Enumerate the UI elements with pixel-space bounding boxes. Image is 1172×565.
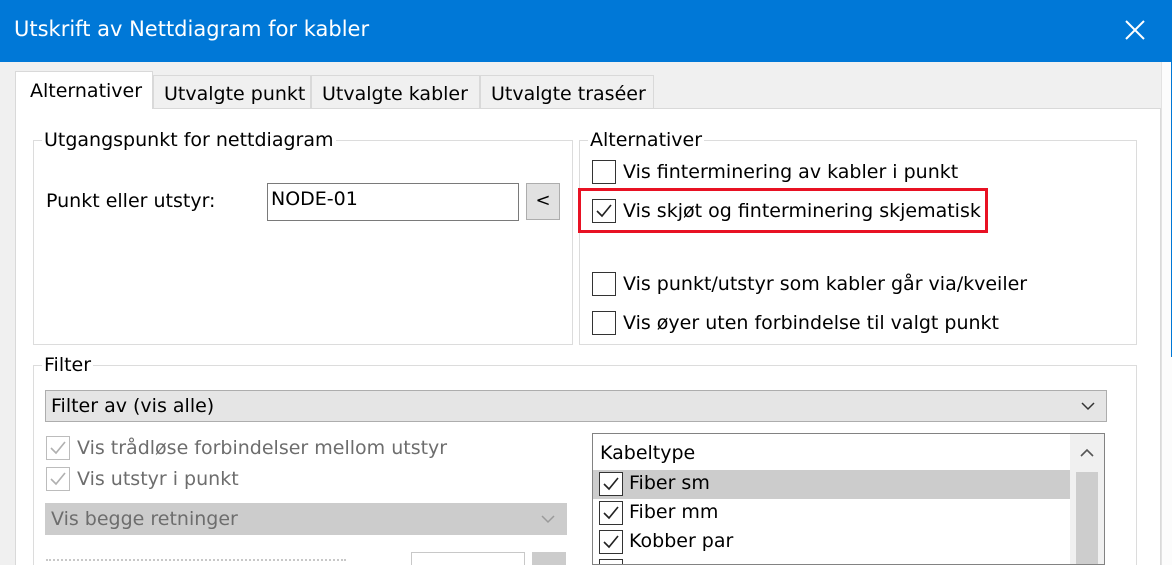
tab-utvalgte-traseer[interactable]: Utvalgte traséer xyxy=(480,75,654,109)
origin-group-title: Utgangspunkt for nettdiagram xyxy=(42,128,336,152)
close-icon xyxy=(1125,20,1145,40)
chevron-down-icon xyxy=(1081,402,1095,411)
via-kveiler-label: Vis punkt/utstyr som kabler går via/kvei… xyxy=(623,273,1028,295)
origin-group: Utgangspunkt for nettdiagram xyxy=(33,128,573,345)
fiber-mm-label: Fiber mm xyxy=(629,501,719,523)
filter-group-title: Filter xyxy=(42,353,94,377)
checkmark-icon xyxy=(50,472,66,486)
chevron-down-icon xyxy=(541,515,555,524)
fiber-sm-label: Fiber sm xyxy=(629,472,710,494)
scrollbar-thumb[interactable] xyxy=(1076,472,1098,564)
tab-utvalgte-punkt[interactable]: Utvalgte punkt xyxy=(153,75,311,109)
filter-select-value: Filter av (vis alle) xyxy=(51,395,215,417)
oyer-label: Vis øyer uten forbindelse til valgt punk… xyxy=(623,312,999,334)
window-title: Utskrift av Nettdiagram for kabler xyxy=(14,17,370,41)
direction-select-value: Vis begge retninger xyxy=(51,508,238,530)
partial-button[interactable] xyxy=(532,552,566,565)
fiber-sm-checkbox[interactable] xyxy=(599,472,623,496)
tradlose-label: Vis trådløse forbindelser mellom utstyr xyxy=(77,437,448,459)
point-input[interactable]: NODE-01 xyxy=(267,183,519,221)
checkmark-icon xyxy=(603,477,619,491)
tab-utvalgte-kabler[interactable]: Utvalgte kabler xyxy=(311,75,480,109)
tradlose-checkbox[interactable] xyxy=(46,436,70,460)
cable-type-list[interactable]: Kabeltype Fiber sm Fiber mm Kobber par xyxy=(592,433,1105,565)
direction-select[interactable]: Vis begge retninger xyxy=(45,503,567,535)
partial-input[interactable] xyxy=(411,552,525,565)
highlight-box xyxy=(578,188,988,233)
close-button[interactable] xyxy=(1098,0,1172,62)
checkmark-icon xyxy=(50,441,66,455)
tab-alternativer[interactable]: Alternativer xyxy=(15,71,153,109)
kobber-par-label: Kobber par xyxy=(629,530,734,552)
partial-checkbox[interactable] xyxy=(599,559,623,564)
point-label: Punkt eller utstyr: xyxy=(46,190,216,212)
utstyr-i-punkt-label: Vis utstyr i punkt xyxy=(77,468,239,490)
checkmark-icon xyxy=(603,535,619,549)
via-kveiler-checkbox[interactable] xyxy=(592,272,616,296)
options-group-title: Alternativer xyxy=(588,128,705,152)
partial-row-text xyxy=(46,557,356,565)
finterminering-label: Vis finterminering av kabler i punkt xyxy=(623,161,959,183)
finterminering-checkbox[interactable] xyxy=(592,160,616,184)
fiber-mm-checkbox[interactable] xyxy=(599,501,623,525)
scroll-up-icon[interactable] xyxy=(1070,434,1104,470)
background-window-edge xyxy=(1161,62,1172,565)
list-item-kobber-par[interactable]: Kobber par xyxy=(593,528,1070,557)
list-item-fiber-sm[interactable]: Fiber sm xyxy=(593,470,1070,499)
filter-select[interactable]: Filter av (vis alle) xyxy=(45,390,1107,422)
list-item-partial[interactable] xyxy=(593,557,1070,564)
pick-point-button[interactable]: < xyxy=(526,183,560,220)
checkmark-icon xyxy=(603,506,619,520)
utstyr-i-punkt-checkbox[interactable] xyxy=(46,467,70,491)
title-bar: Utskrift av Nettdiagram for kabler xyxy=(0,0,1172,62)
vertical-scrollbar[interactable] xyxy=(1070,434,1104,564)
list-item-fiber-mm[interactable]: Fiber mm xyxy=(593,499,1070,528)
kobber-par-checkbox[interactable] xyxy=(599,530,623,554)
oyer-checkbox[interactable] xyxy=(592,311,616,335)
cable-type-header: Kabeltype xyxy=(593,434,1068,470)
